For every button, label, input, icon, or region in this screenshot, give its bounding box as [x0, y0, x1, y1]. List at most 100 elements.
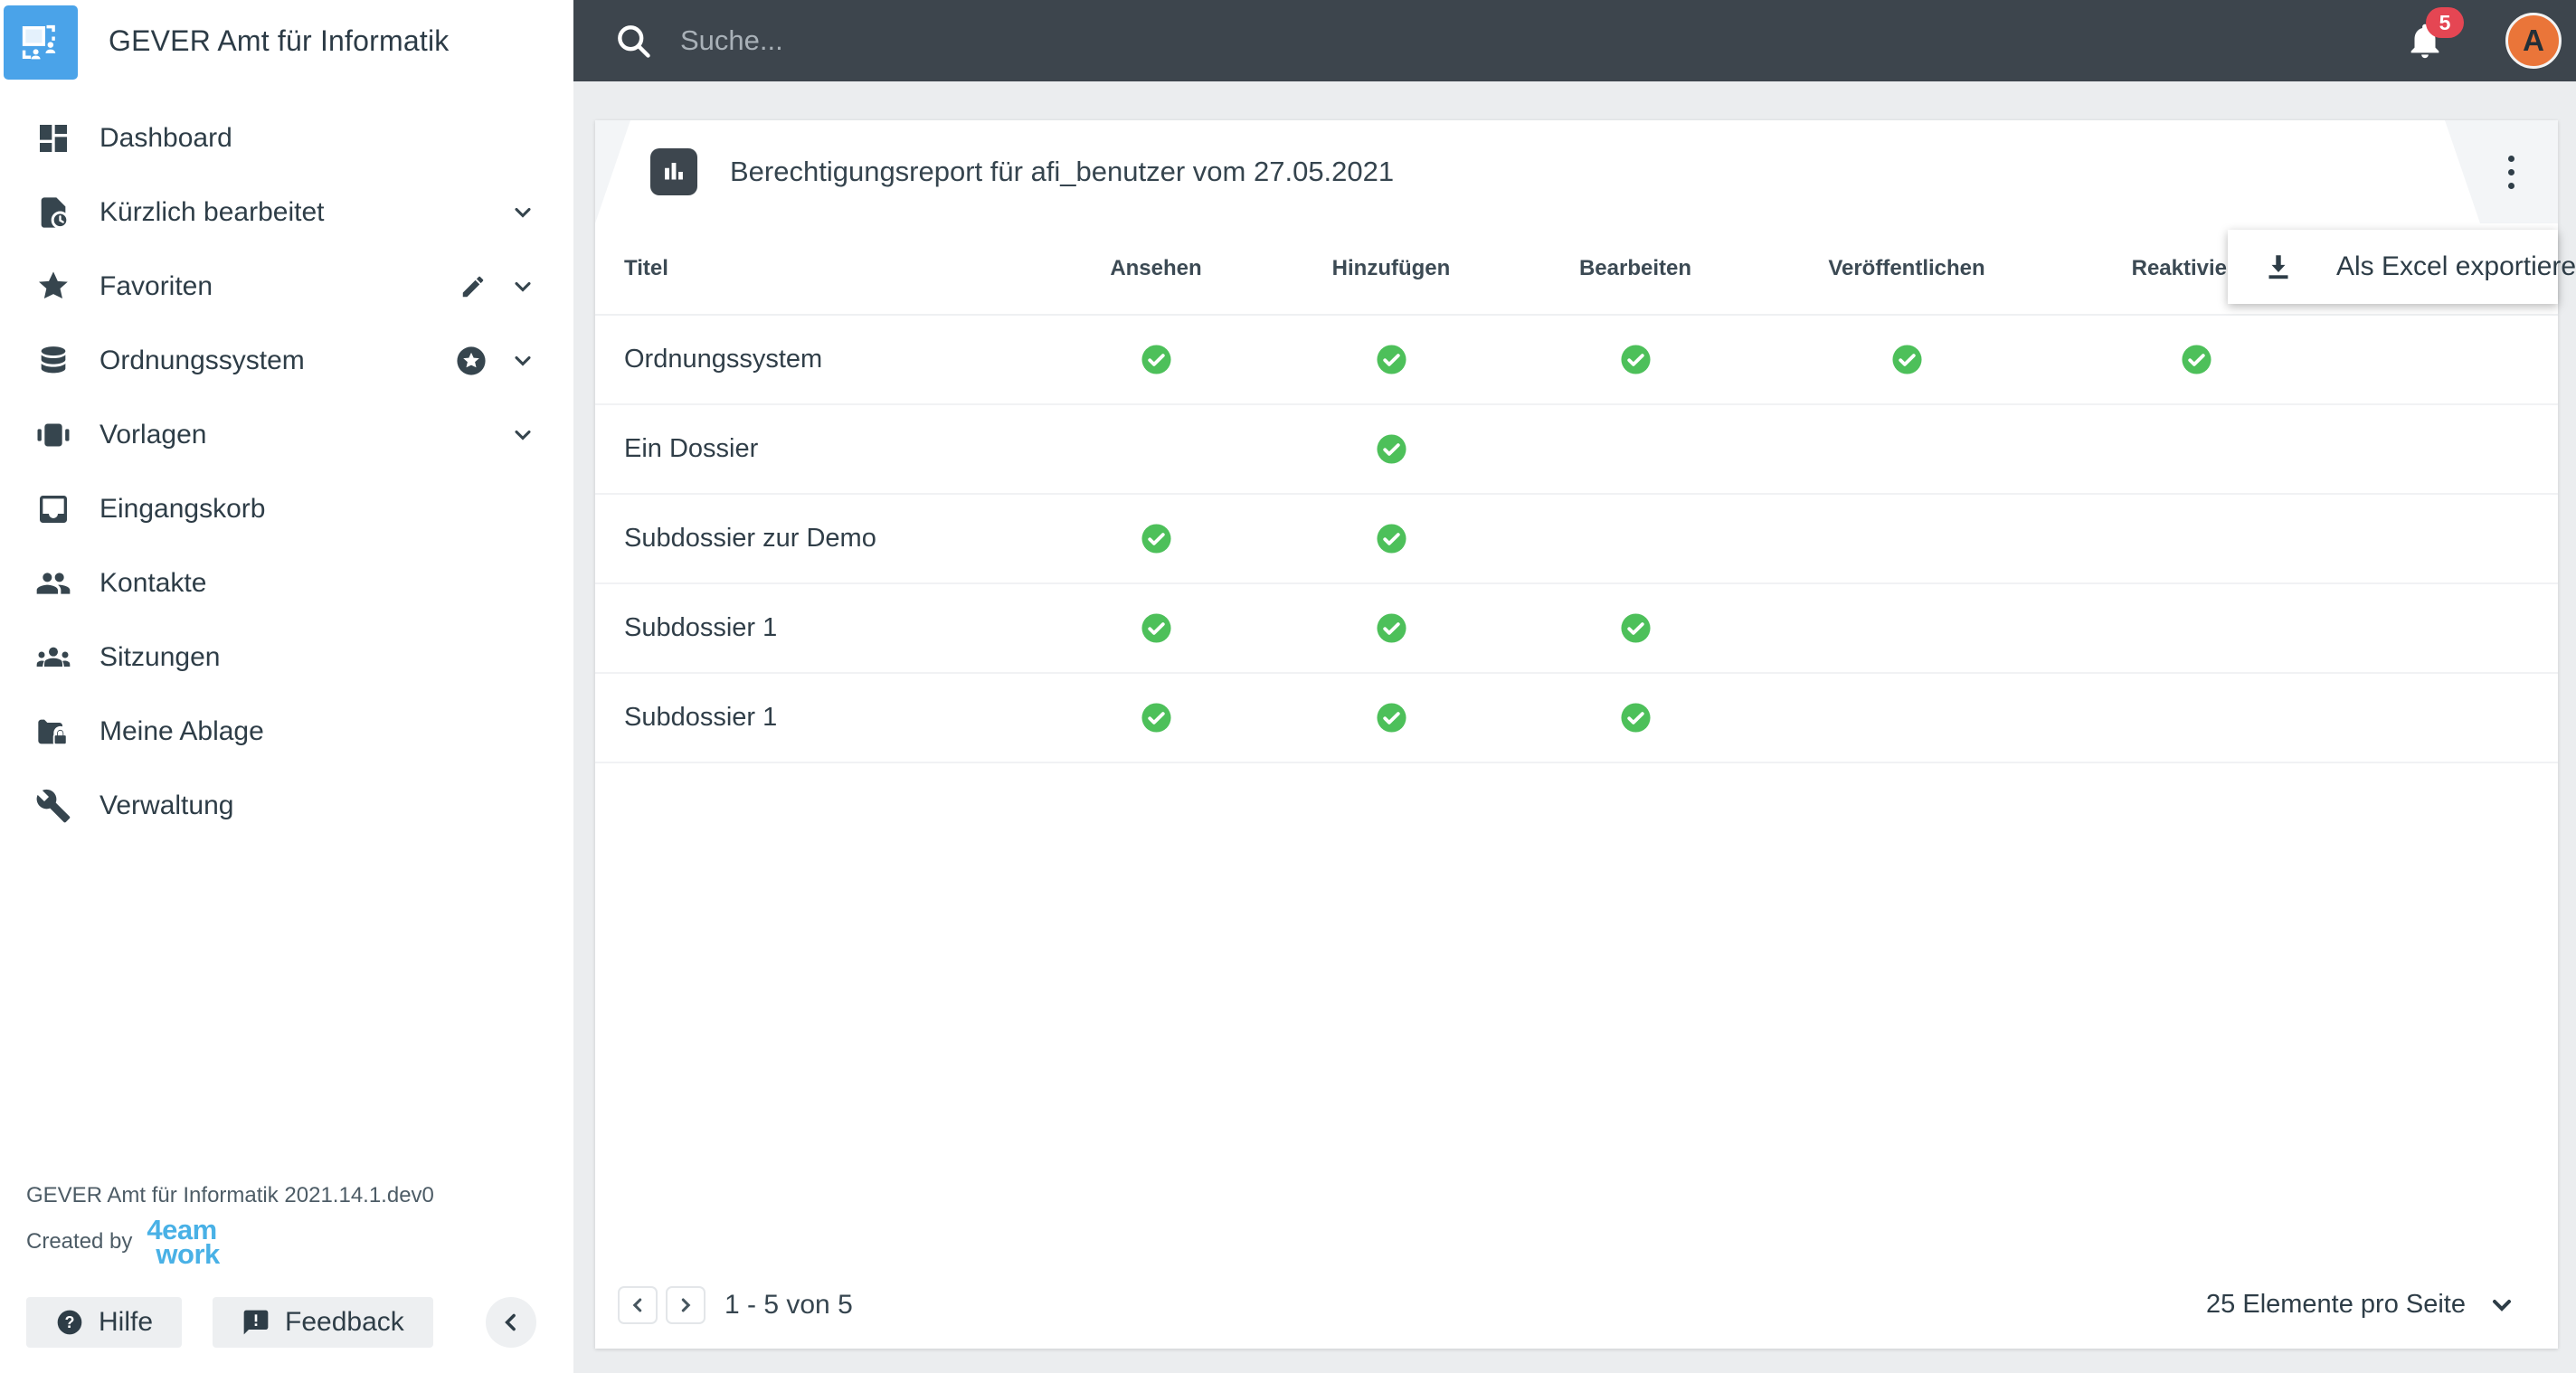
- table-row[interactable]: Ordnungssystem: [595, 316, 2558, 405]
- sidebar-item-recently-edited[interactable]: Kürzlich bearbeitet: [0, 175, 573, 250]
- row-title: Subdossier 1: [624, 703, 778, 732]
- sidebar-nav: Dashboard Kürzlich bearbeitet Favoriten …: [0, 81, 573, 843]
- recent-document-icon: [33, 194, 74, 231]
- permission-cell: [1509, 612, 1762, 644]
- sidebar-item-favorites[interactable]: Favoriten: [0, 250, 573, 324]
- sidebar-item-kontakte[interactable]: Kontakte: [0, 546, 573, 620]
- topbar: 5 A: [573, 0, 2576, 81]
- items-per-page-label: 25 Elemente pro Seite: [2206, 1290, 2466, 1319]
- locked-folder-icon: [33, 714, 74, 750]
- row-title: Subdossier zur Demo: [624, 524, 876, 553]
- granted-check-icon: [1620, 344, 1652, 375]
- sidebar: GEVER Amt für Informatik Dashboard Kürzl…: [0, 0, 573, 1373]
- column-header-hinzufuegen: Hinzufügen: [1331, 256, 1451, 280]
- table-row[interactable]: Subdossier zur Demo: [595, 495, 2558, 584]
- sidebar-item-label: Kürzlich bearbeitet: [99, 197, 325, 227]
- edit-icon[interactable]: [459, 273, 487, 300]
- permission-cell: [1038, 344, 1274, 375]
- sidebar-item-label: Ordnungssystem: [99, 346, 305, 375]
- feedback-icon: [242, 1308, 270, 1337]
- granted-check-icon: [1141, 702, 1172, 734]
- chevron-down-icon: [2487, 1291, 2516, 1320]
- collapse-sidebar-button[interactable]: [486, 1297, 536, 1348]
- permission-cell: [1038, 702, 1274, 734]
- help-icon: ?: [55, 1308, 84, 1337]
- version-text: GEVER Amt für Informatik 2021.14.1.dev0: [26, 1183, 434, 1207]
- notifications-button[interactable]: 5: [2404, 7, 2464, 62]
- feedback-button[interactable]: Feedback: [213, 1297, 433, 1348]
- chevron-down-icon[interactable]: [510, 200, 535, 225]
- table-footer: 1 - 5 von 5 25 Elemente pro Seite: [595, 1261, 2558, 1349]
- sidebar-item-eingangskorb[interactable]: Eingangskorb: [0, 472, 573, 546]
- report-title: Berechtigungsreport für afi_benutzer vom…: [730, 156, 1395, 187]
- feedback-label: Feedback: [285, 1307, 404, 1337]
- chevron-down-icon[interactable]: [510, 422, 535, 448]
- granted-check-icon: [1376, 612, 1407, 644]
- granted-check-icon: [1891, 344, 1923, 375]
- 4teamwork-logo-line2: work: [156, 1238, 220, 1270]
- search-icon: [613, 21, 653, 61]
- granted-check-icon: [1376, 344, 1407, 375]
- pagination-range: 1 - 5 von 5: [724, 1289, 853, 1320]
- row-title: Subdossier 1: [624, 613, 778, 642]
- permission-cell: [1038, 523, 1274, 554]
- more-actions-button[interactable]: [2489, 150, 2533, 194]
- table-row[interactable]: Subdossier 1: [595, 674, 2558, 763]
- report-card: Berechtigungsreport für afi_benutzer vom…: [595, 120, 2576, 1349]
- help-button[interactable]: ? Hilfe: [26, 1297, 183, 1348]
- next-page-button[interactable]: [666, 1285, 706, 1324]
- notification-count-badge: 5: [2426, 7, 2464, 38]
- items-per-page-select[interactable]: 25 Elemente pro Seite: [2206, 1290, 2516, 1320]
- sidebar-item-sitzungen[interactable]: Sitzungen: [0, 620, 573, 695]
- sidebar-footer: GEVER Amt für Informatik 2021.14.1.dev0 …: [26, 1183, 550, 1348]
- contacts-icon: [33, 565, 74, 601]
- sidebar-item-meine-ablage[interactable]: Meine Ablage: [0, 695, 573, 769]
- chevron-down-icon[interactable]: [510, 348, 535, 374]
- report-chart-icon: [650, 148, 697, 195]
- sidebar-item-label: Eingangskorb: [99, 494, 266, 524]
- table-row[interactable]: Ein Dossier: [595, 405, 2558, 495]
- 4teamwork-logo[interactable]: 4eam work: [147, 1216, 220, 1270]
- permission-cell: [1274, 344, 1509, 375]
- permission-cell: [2051, 344, 2341, 375]
- search-input[interactable]: [678, 24, 1496, 58]
- gever-logo-icon[interactable]: [4, 5, 78, 80]
- granted-check-icon: [1376, 702, 1407, 734]
- export-excel-menu-item[interactable]: Als Excel exportieren: [2336, 251, 2576, 282]
- report-header: Berechtigungsreport für afi_benutzer vom…: [595, 120, 2558, 223]
- sidebar-item-ordnungssystem[interactable]: Ordnungssystem: [0, 324, 573, 398]
- permission-cell: [1509, 344, 1762, 375]
- sidebar-item-label: Kontakte: [99, 568, 207, 598]
- sidebar-item-label: Dashboard: [99, 123, 232, 153]
- templates-icon: [33, 417, 74, 453]
- permission-cell: [1509, 702, 1762, 734]
- help-label: Hilfe: [99, 1307, 154, 1337]
- granted-check-icon: [1141, 344, 1172, 375]
- dashboard-icon: [33, 120, 74, 156]
- actions-menu: Als Excel exportieren: [2228, 230, 2576, 304]
- row-title: Ordnungssystem: [624, 345, 823, 374]
- meetings-icon: [33, 639, 74, 676]
- permission-cell: [1274, 433, 1509, 465]
- table-row[interactable]: Subdossier 1: [595, 584, 2558, 674]
- column-header-bearbeiten: Bearbeiten: [1578, 256, 1692, 280]
- user-avatar[interactable]: A: [2505, 13, 2562, 69]
- sidebar-item-label: Meine Ablage: [99, 716, 264, 746]
- global-search[interactable]: [613, 21, 2404, 61]
- permission-cell: [1274, 523, 1509, 554]
- granted-check-icon: [1620, 612, 1652, 644]
- chevron-down-icon[interactable]: [510, 274, 535, 299]
- column-header-ansehen: Ansehen: [1110, 256, 1202, 280]
- sidebar-item-label: Verwaltung: [99, 791, 234, 820]
- sidebar-item-label: Sitzungen: [99, 642, 221, 672]
- sidebar-item-verwaltung[interactable]: Verwaltung: [0, 769, 573, 843]
- permission-cell: [1762, 344, 2051, 375]
- inbox-icon: [33, 491, 74, 527]
- star-badge-icon[interactable]: [456, 346, 487, 376]
- column-header-veroeffentlichen: Veröffentlichen: [1828, 256, 1985, 280]
- previous-page-button[interactable]: [618, 1285, 658, 1324]
- permission-cell: [1274, 702, 1509, 734]
- sidebar-item-dashboard[interactable]: Dashboard: [0, 101, 573, 175]
- sidebar-item-vorlagen[interactable]: Vorlagen: [0, 398, 573, 472]
- app-title: GEVER Amt für Informatik: [109, 24, 450, 57]
